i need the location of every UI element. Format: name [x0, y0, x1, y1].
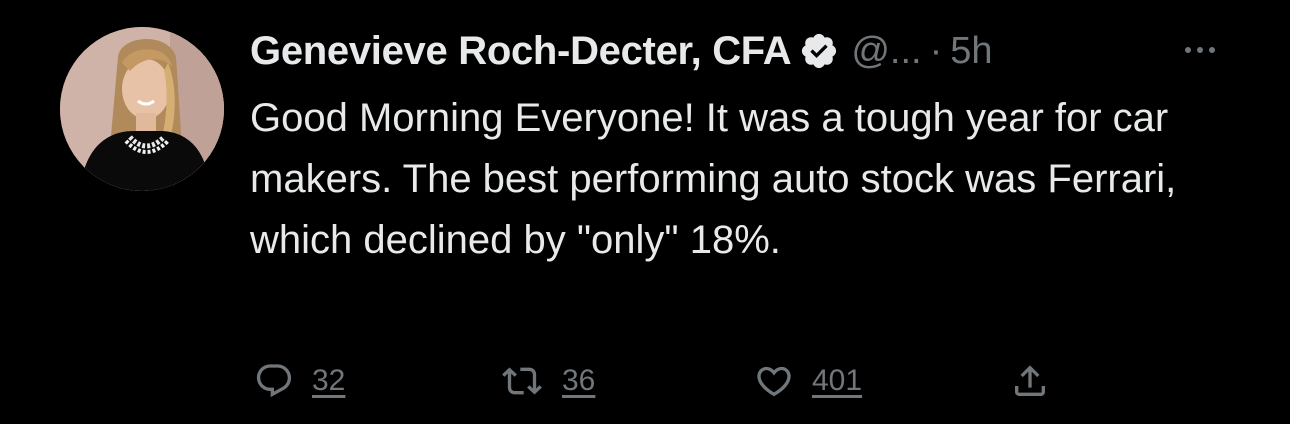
tweet[interactable]: Genevieve Roch-Decter, CFA @... · 5h Goo… — [0, 0, 1290, 424]
more-dot — [1209, 47, 1215, 53]
more-dot — [1197, 47, 1203, 53]
reply-icon — [254, 361, 294, 401]
retweet-button[interactable]: 36 — [500, 356, 595, 406]
verified-badge-icon — [799, 31, 839, 71]
share-button[interactable] — [1010, 356, 1050, 406]
share-icon — [1010, 361, 1050, 401]
separator-dot: · — [929, 29, 943, 72]
more-options-icon[interactable] — [1172, 30, 1228, 70]
tweet-text: Good Morning Everyone! It was a tough ye… — [250, 96, 1177, 262]
reply-count: 32 — [312, 364, 346, 397]
reply-button[interactable]: 32 — [254, 356, 345, 406]
retweet-icon — [500, 361, 544, 401]
tweet-actions: 32 36 401 — [250, 356, 1070, 406]
more-dot — [1185, 47, 1191, 53]
like-count: 401 — [812, 364, 863, 397]
retweet-count: 36 — [562, 364, 596, 397]
author-name[interactable]: Genevieve Roch-Decter, CFA — [250, 29, 792, 74]
avatar[interactable] — [60, 27, 224, 191]
timestamp[interactable]: 5h — [950, 30, 992, 73]
like-button[interactable]: 401 — [754, 356, 862, 406]
heart-icon — [754, 361, 794, 401]
tweet-header: Genevieve Roch-Decter, CFA @... · 5h — [250, 26, 993, 76]
author-handle[interactable]: @... — [851, 30, 921, 73]
